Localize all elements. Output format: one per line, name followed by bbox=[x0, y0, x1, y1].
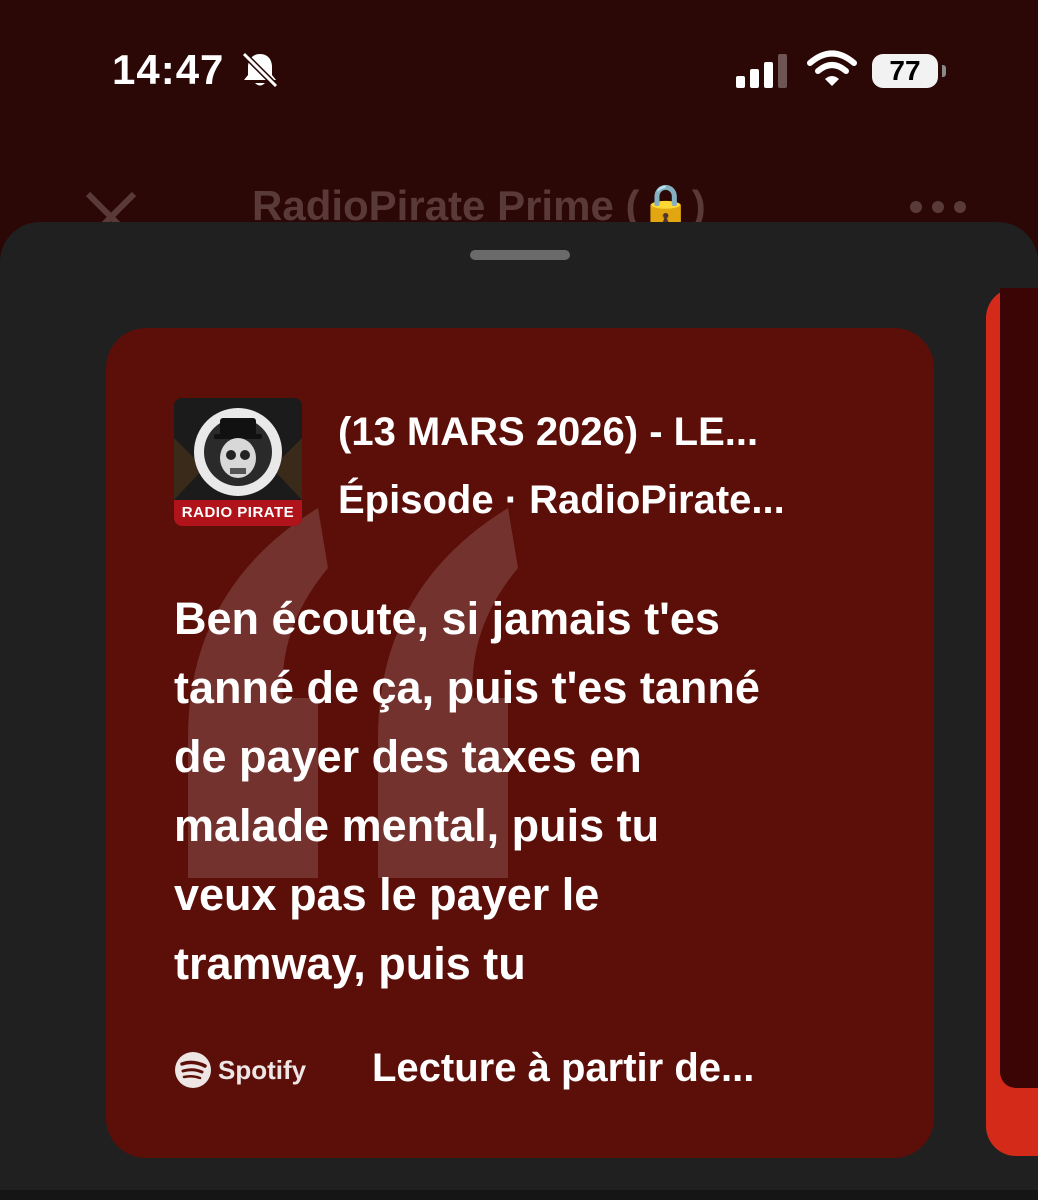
spotify-wordmark: Spotify bbox=[218, 1054, 307, 1085]
share-sheet: RADIO PIRATE (13 MARS 2026) - LE... Épis… bbox=[0, 222, 1038, 1200]
status-bar: 14:47 77 bbox=[0, 0, 1038, 140]
cover-band-text: RADIO PIRATE bbox=[174, 500, 302, 526]
status-time: 14:47 bbox=[112, 46, 225, 93]
episode-title: (13 MARS 2026) - LE... bbox=[338, 410, 759, 454]
wifi-icon bbox=[807, 50, 857, 86]
play-from-label[interactable]: Lecture à partir de... bbox=[372, 1046, 754, 1091]
sheet-drag-handle[interactable] bbox=[470, 250, 570, 260]
cellular-signal-icon bbox=[736, 54, 787, 88]
battery-icon: 77 bbox=[872, 54, 946, 88]
bottom-strip bbox=[0, 1190, 1038, 1200]
quote-share-card[interactable]: RADIO PIRATE (13 MARS 2026) - LE... Épis… bbox=[106, 328, 934, 1158]
spotify-icon bbox=[175, 1052, 211, 1088]
spotify-logo: Spotify bbox=[174, 1050, 306, 1090]
episode-subtitle: Épisode · RadioPirate... bbox=[338, 478, 785, 522]
skull-logo-icon bbox=[174, 398, 302, 500]
next-share-card-inner bbox=[1000, 288, 1038, 1088]
bell-slash-icon bbox=[241, 51, 279, 89]
more-icon[interactable] bbox=[908, 200, 968, 214]
podcast-cover-image: RADIO PIRATE bbox=[174, 398, 302, 526]
quote-text: Ben écoute, si jamais t'es tanné de ça, … bbox=[174, 593, 760, 989]
